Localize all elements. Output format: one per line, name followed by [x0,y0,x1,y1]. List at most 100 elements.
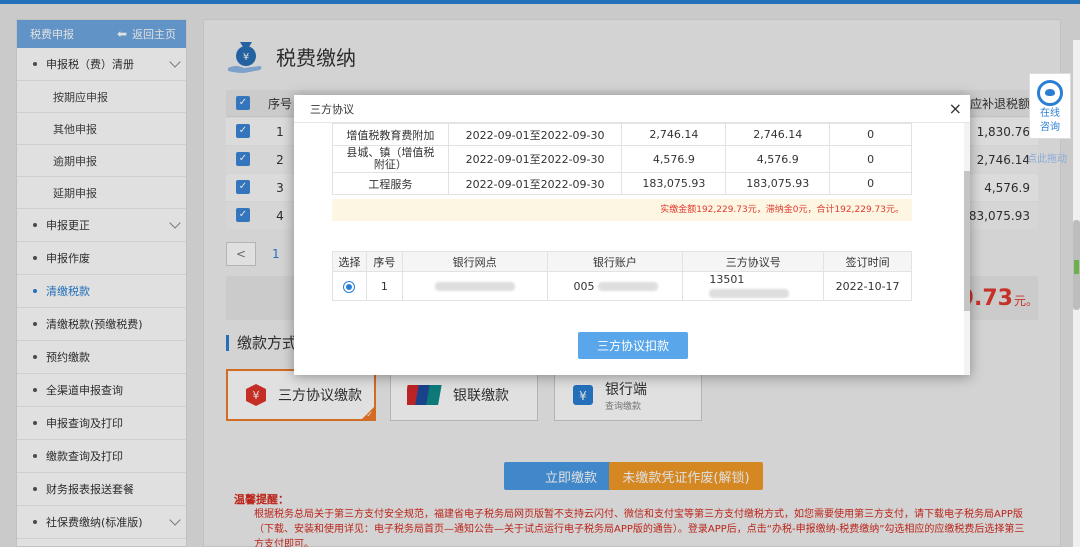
prev-page-button[interactable]: < [226,242,256,266]
pay-option-unionpay[interactable]: 银联缴款 [390,369,538,421]
row-refund-amount: 4,576.9 [984,180,1030,195]
page-number[interactable]: 1 [272,247,280,261]
back-home-label: 返回主页 [132,28,176,41]
bank-header-no: 序号 [365,251,403,272]
sidebar-item-label: 逾期申报 [53,154,97,168]
row-checkbox[interactable]: ✓ [236,152,250,166]
tax-row-other: 0 [829,145,912,173]
bullet-icon [33,355,37,359]
tax-row-amount: 4,576.9 [621,145,727,173]
tax-row-name: 工程服务 [332,172,449,195]
row-refund-amount: 183,075.93 [961,208,1030,223]
bullet-icon [33,520,37,524]
bank-row-select[interactable] [332,271,367,301]
sidebar-item[interactable]: 全渠道申报查询 [17,374,186,407]
pay-option-bank-label: 银行端 [605,381,647,398]
sidebar-item-label: 按期应申报 [53,90,108,104]
tax-row-amount: 183,075.93 [621,172,727,195]
modal-scrollbar[interactable] [964,123,970,375]
sidebar-item[interactable]: 申报税（费）清册 [17,48,186,81]
section-accent-bar [226,334,229,351]
pagination: < 1 [226,242,280,266]
top-accent-bar [0,0,1080,4]
sidebar-item[interactable]: 申报作废 [17,242,186,275]
modal-scroll-thumb[interactable] [964,171,970,311]
unionpay-logo-icon [407,385,442,405]
back-home-button[interactable]: ⬅ 返回主页 [117,26,176,42]
row-checkbox[interactable]: ✓ [236,208,250,222]
sidebar-item-label: 申报税（费）清册 [46,58,134,71]
sidebar-item[interactable]: 预约缴款 [17,341,186,374]
sidebar-item-label: 申报作废 [46,252,90,265]
sidebar-item[interactable]: 逾期申报 [17,145,186,177]
sidebar-item[interactable]: 缴款查询及打印 [17,440,186,473]
pay-option-bank[interactable]: ¥ 银行端 查询缴款 [554,369,702,421]
online-consult-button[interactable]: 在线 咨询 [1029,73,1071,139]
redacted-account [598,282,659,291]
row-no: 1 [276,124,284,139]
sidebar-item[interactable]: 清缴税款(预缴税费) [17,308,186,341]
sidebar-item-label: 社保费缴纳(标准版) [46,516,143,529]
pay-option-tripartite[interactable]: ¥ 三方协议缴款 ✓ [226,369,376,421]
consult-line1: 在线 [1040,108,1060,119]
bank-header-account: 银行账户 [546,251,684,272]
redacted-branch [434,282,515,291]
radio-selected[interactable] [343,280,356,293]
sidebar-item-label: 申报查询及打印 [46,417,123,430]
consult-icon [1037,80,1063,106]
scroll-indicator [1074,260,1079,274]
page-title: 税费缴纳 [276,45,356,70]
sidebar-item[interactable]: 财务报表报送套餐 [17,473,186,506]
sidebar-menu: 申报税（费）清册按期应申报其他申报逾期申报延期申报申报更正申报作废清缴税款清缴税… [17,48,186,539]
bullet-icon [33,223,37,227]
sidebar-item[interactable]: 其他申报 [17,113,186,145]
void-voucher-button[interactable]: 未缴款凭证作废(解锁) [609,462,763,490]
tax-row: 工程服务 2022-09-01至2022-09-30 183,075.93 183,0… [332,172,912,195]
bank-row-agreement: 13501 [682,271,825,301]
tax-row-name: 县城、镇（增值税附征） [332,145,449,173]
chevron-down-icon [169,56,181,68]
tripartite-deduct-button[interactable]: 三方协议扣款 [578,332,688,359]
bullet-icon [33,454,37,458]
bullet-icon [33,388,37,392]
tax-row-other: 0 [829,123,912,146]
sidebar-item[interactable]: 社保费缴纳(标准版) [17,506,186,539]
tips-title: 温馨提醒： [234,493,289,506]
tax-row-payable: 2,746.14 [725,123,831,146]
svg-text:¥: ¥ [579,389,587,403]
pay-method-label: 缴款方式 [237,334,298,352]
sidebar-item[interactable]: 延期申报 [17,177,186,209]
sidebar-header: 税费申报 ⬅ 返回主页 [17,20,186,48]
select-all-checkbox[interactable]: ✓ [236,96,250,110]
bank-row[interactable]: 1 005 13501 2022-10-17 [332,271,912,301]
sidebar-item[interactable]: 申报更正 [17,209,186,242]
bank-header-select: 选择 [332,251,367,272]
row-checkbox[interactable]: ✓ [236,180,250,194]
row-no: 2 [276,152,284,167]
bank-account-prefix: 005 [573,279,595,293]
sidebar-title: 税费申报 [30,28,74,41]
sidebar-item-label: 清缴税款(预缴税费) [46,318,143,331]
modal-tax-table: 增值税教育费附加 2022-09-01至2022-09-30 2,746.14 2,7… [332,123,912,195]
close-icon[interactable]: × [949,99,962,118]
sidebar-item-label: 延期申报 [53,186,97,200]
tips-area: 温馨提醒： 根据税务总局关于第三方支付安全规范，福建省电子税务局网页版暂不支持云… [234,492,1034,547]
bullet-icon [33,256,37,260]
bullet-icon [33,421,37,425]
row-checkbox[interactable]: ✓ [236,124,250,138]
drag-hint[interactable]: 点此拖动 [1027,150,1067,165]
sidebar-item[interactable]: 申报查询及打印 [17,407,186,440]
payment-summary: 实缴金额192,229.73元，滞纳金0元，合计192,229.73元。 [332,199,912,221]
sidebar-item[interactable]: 清缴税款 [17,275,186,308]
sidebar-item-label: 财务报表报送套餐 [46,483,134,496]
tax-row-amount: 2,746.14 [621,123,727,146]
tax-row-period: 2022-09-01至2022-09-30 [447,123,623,146]
pay-option-bank-sub: 查询缴款 [605,401,642,412]
tax-row-period: 2022-09-01至2022-09-30 [447,172,623,195]
bank-row-account: 005 [546,271,684,301]
page-title-area: ¥ 税费缴纳 [226,36,356,76]
sidebar-item[interactable]: 按期应申报 [17,81,186,113]
header-no: 序号 [267,96,292,111]
bank-account-table: 选择 序号 银行网点 银行账户 三方协议号 签订时间 1 005 13501 2… [332,251,912,301]
page-scrollbar[interactable] [1073,40,1080,547]
